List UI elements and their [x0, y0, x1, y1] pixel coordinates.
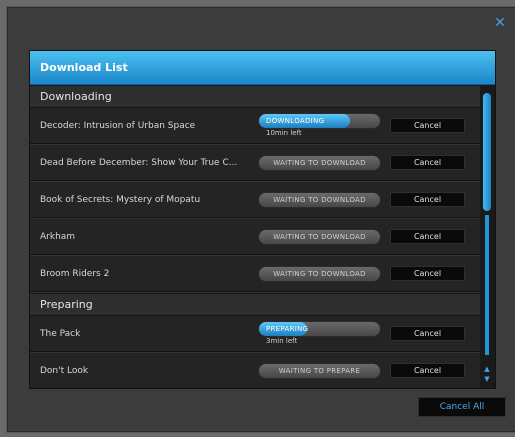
- item-title: Arkham: [40, 232, 76, 242]
- status-badge: WAITING TO DOWNLOAD: [258, 155, 381, 171]
- cancel-button[interactable]: Cancel: [390, 363, 465, 378]
- list-item: Dead Before December: Show Your True C..…: [30, 145, 480, 182]
- section-header-preparing: Preparing: [30, 293, 480, 316]
- item-title: Broom Riders 2: [40, 269, 110, 279]
- cancel-button[interactable]: Cancel: [390, 326, 465, 341]
- status-badge: WAITING TO PREPARE: [258, 363, 381, 379]
- progress-bar: PREPARING: [258, 321, 381, 337]
- scrollbar-track-fill: [485, 215, 489, 355]
- status-label: PREPARING: [266, 325, 309, 333]
- cancel-all-button[interactable]: Cancel All: [418, 397, 506, 417]
- item-title: The Pack: [40, 329, 81, 339]
- section-header-downloading: Downloading: [30, 85, 480, 108]
- item-title: Book of Secrets: Mystery of Mopatu: [40, 195, 201, 205]
- list-item: Book of Secrets: Mystery of Mopatu WAITI…: [30, 182, 480, 219]
- cancel-button[interactable]: Cancel: [390, 266, 465, 281]
- cancel-button[interactable]: Cancel: [390, 155, 465, 170]
- progress-bar: DOWNLOADING: [258, 113, 381, 129]
- cancel-button[interactable]: Cancel: [390, 192, 465, 207]
- cancel-button[interactable]: Cancel: [390, 229, 465, 244]
- time-remaining: 10min left: [266, 129, 302, 137]
- list-item: Don't Look WAITING TO PREPARE Cancel: [30, 353, 480, 388]
- panel-title: Download List: [30, 51, 495, 85]
- download-list-panel: Download List Downloading Decoder: Intru…: [29, 50, 496, 389]
- scroll-down-icon[interactable]: ▼: [483, 375, 491, 383]
- time-remaining: 3min left: [266, 337, 298, 345]
- item-title: Dead Before December: Show Your True C..…: [40, 158, 238, 168]
- list-item: Arkham WAITING TO DOWNLOAD Cancel: [30, 219, 480, 256]
- list-item: The Pack PREPARING 3min left Cancel: [30, 316, 480, 353]
- scrollbar[interactable]: ▲ ▼: [480, 85, 495, 388]
- close-icon[interactable]: ✕: [493, 16, 507, 30]
- status-label: DOWNLOADING: [266, 117, 325, 125]
- status-badge: WAITING TO DOWNLOAD: [258, 192, 381, 208]
- status-badge: WAITING TO DOWNLOAD: [258, 266, 381, 282]
- cancel-button[interactable]: Cancel: [390, 118, 465, 133]
- download-dialog: ✕ Download List Downloading Decoder: Int…: [6, 6, 515, 433]
- status-badge: WAITING TO DOWNLOAD: [258, 229, 381, 245]
- download-list[interactable]: Downloading Decoder: Intrusion of Urban …: [30, 85, 480, 388]
- item-title: Don't Look: [40, 366, 89, 376]
- list-item: Decoder: Intrusion of Urban Space DOWNLO…: [30, 108, 480, 145]
- list-item: Broom Riders 2 WAITING TO DOWNLOAD Cance…: [30, 256, 480, 293]
- item-title: Decoder: Intrusion of Urban Space: [40, 121, 196, 131]
- scrollbar-thumb[interactable]: [483, 93, 491, 211]
- scroll-up-icon[interactable]: ▲: [483, 365, 491, 373]
